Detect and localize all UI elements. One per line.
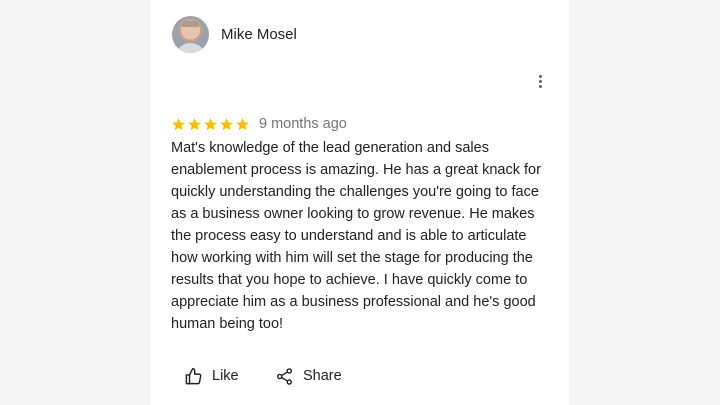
thumbs-up-icon (185, 367, 202, 384)
author-name[interactable]: Mike Mosel (221, 26, 297, 43)
like-button[interactable]: Like (184, 364, 239, 388)
star-icon (172, 117, 185, 130)
share-button[interactable]: Share (275, 364, 342, 388)
more-vert-icon-dot (538, 79, 542, 83)
review-text: Mat's knowledge of the lead generation a… (171, 140, 541, 332)
share-icon (276, 367, 293, 385)
star-icon (220, 117, 233, 130)
star-icon (188, 117, 201, 130)
review-time: 9 months ago (259, 116, 347, 132)
star-icon (236, 117, 249, 130)
like-label: Like (212, 368, 239, 384)
star-rating (171, 117, 250, 132)
review-card: Mike Mosel 9 months ago Mat's knowledge … (150, 0, 569, 405)
rating-row: 9 months ago (171, 114, 347, 134)
star-icon (204, 117, 217, 130)
more-vert-icon-dot (538, 84, 542, 88)
more-options-button[interactable] (530, 70, 550, 92)
share-label: Share (303, 368, 342, 384)
avatar[interactable] (172, 16, 209, 53)
more-vert-icon-dot (538, 74, 542, 78)
